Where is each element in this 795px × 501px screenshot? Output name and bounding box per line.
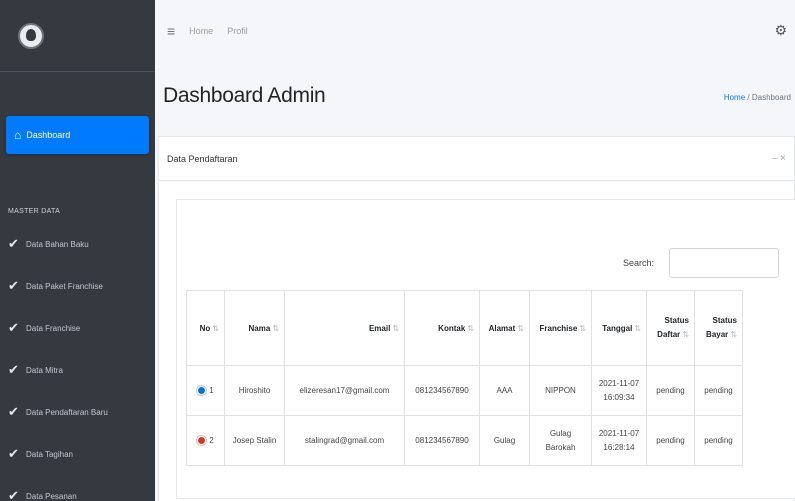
cell-franchise: NIPPON [529,365,592,416]
cell-status-bayar: pending [694,415,743,466]
hamburger-menu-icon[interactable]: ≡ [167,24,175,38]
column-header-nama[interactable]: Nama ⇅ [224,290,285,366]
check-icon: ✔ [8,236,19,251]
cell-franchise: Gulag Barokah [529,415,592,466]
card-title: Data Pendaftaran [167,153,238,164]
table-row[interactable]: 1 Hiroshito elizeresan17@gmail.com 08123… [186,365,743,416]
user-avatar-icon [18,22,44,49]
registration-table: No ⇅ Nama ⇅ Email ⇅ Kontak ⇅ Alamat ⇅ Franchi… [186,290,743,466]
check-icon: ✔ [8,362,19,377]
cell-email: stalingrad@gmail.com [284,415,405,466]
sidebar-item-label: Data Mitra [26,365,63,375]
sidebar-item-data-pendaftaran-baru[interactable]: ✔ Data Pendaftaran Baru [0,404,155,419]
sidebar-item-data-mitra[interactable]: ✔ Data Mitra [0,362,155,377]
sidebar-item-data-pesanan[interactable]: ✔ Data Pesanan [0,488,155,501]
cell-no[interactable]: 1 [186,365,225,416]
cell-alamat: Gulag [479,415,530,466]
column-header-status-daftar[interactable]: Status Daftar ⇅ [646,290,695,366]
cell-no[interactable]: 2 [186,415,225,466]
table-header-row: No ⇅ Nama ⇅ Email ⇅ Kontak ⇅ Alamat ⇅ Franchi… [186,290,743,366]
check-icon: ✔ [8,320,19,335]
cell-tanggal: 2021-11-07 16:09:34 [591,365,647,416]
search-input[interactable] [669,248,779,278]
topbar: ≡ Home Profil ⚙ [155,0,795,72]
column-header-franchise[interactable]: Franchise ⇅ [529,290,592,366]
cell-tanggal: 2021-11-07 16:28:14 [591,415,647,466]
topbar-link-home[interactable]: Home [189,26,213,36]
breadcrumb: Home / Dashboard [724,93,791,102]
column-header-alamat[interactable]: Alamat ⇅ [479,290,530,366]
column-header-kontak[interactable]: Kontak ⇅ [404,290,480,366]
table-row[interactable]: 2 Josep Stalin stalingrad@gmail.com 0812… [186,415,743,466]
column-header-tanggal[interactable]: Tanggal ⇅ [591,290,647,366]
cell-kontak: 081234567890 [404,365,480,416]
check-icon: ✔ [8,404,19,419]
search-label: Search: [623,258,655,268]
check-icon: ✔ [8,488,19,501]
sidebar-item-label: Data Tagihan [26,449,73,459]
breadcrumb-current: Dashboard [751,93,791,102]
sidebar-item-data-paket-franchise[interactable]: ✔ Data Paket Franchise [0,278,155,293]
sidebar-nav: ✔ Data Bahan Baku ✔ Data Paket Franchise… [0,236,155,501]
page-title: Dashboard Admin [163,84,326,107]
datatable-wrapper: Search: No ⇅ Nama ⇅ Email ⇅ Kontak ⇅ Alamat ⇅… [176,199,795,499]
column-header-email[interactable]: Email ⇅ [284,290,405,366]
cell-nama: Hiroshito [224,365,285,416]
sidebar: ⌂ Dashboard MASTER DATA ✔ Data Bahan Bak… [0,0,155,501]
home-icon: ⌂ [14,128,22,142]
column-header-no[interactable]: No ⇅ [186,290,225,366]
sidebar-item-label: Data Franchise [26,323,81,333]
check-icon: ✔ [8,278,19,293]
cell-alamat: AAA [479,365,530,416]
cell-nama: Josep Stalin [224,415,285,466]
topbar-link-profil[interactable]: Profil [227,26,248,36]
sidebar-item-label: Data Bahan Baku [26,239,89,249]
sidebar-item-data-tagihan[interactable]: ✔ Data Tagihan [0,446,155,461]
sidebar-item-data-bahan-baku[interactable]: ✔ Data Bahan Baku [0,236,155,251]
settings-icon[interactable]: ⚙ [774,22,787,39]
check-icon: ✔ [8,446,19,461]
sidebar-item-label: Data Pesanan [26,491,77,501]
cell-status-daftar: pending [646,365,695,416]
card-header: Data Pendaftaran – × [158,136,795,181]
sidebar-item-data-franchise[interactable]: ✔ Data Franchise [0,320,155,335]
breadcrumb-separator: / [747,93,750,102]
cell-kontak: 081234567890 [404,415,480,466]
collapse-row-icon[interactable] [197,436,207,446]
column-header-status-bayar[interactable]: Status Bayar ⇅ [694,290,743,366]
card-tools-icon[interactable]: – × [772,153,786,164]
cell-status-bayar: pending [694,365,743,416]
brand[interactable] [0,0,155,72]
sidebar-item-label: Data Paket Franchise [26,281,103,291]
sidebar-item-dashboard[interactable]: ⌂ Dashboard [6,116,149,154]
sidebar-section-header: MASTER DATA [8,208,61,215]
card-body: Search: No ⇅ Nama ⇅ Email ⇅ Kontak ⇅ Alamat ⇅… [158,182,795,501]
sidebar-item-label: Dashboard [26,130,71,140]
sidebar-item-label: Data Pendaftaran Baru [26,407,108,417]
expand-row-icon[interactable] [197,386,207,396]
cell-email: elizeresan17@gmail.com [284,365,405,416]
breadcrumb-home[interactable]: Home [724,93,745,102]
cell-status-daftar: pending [646,415,695,466]
